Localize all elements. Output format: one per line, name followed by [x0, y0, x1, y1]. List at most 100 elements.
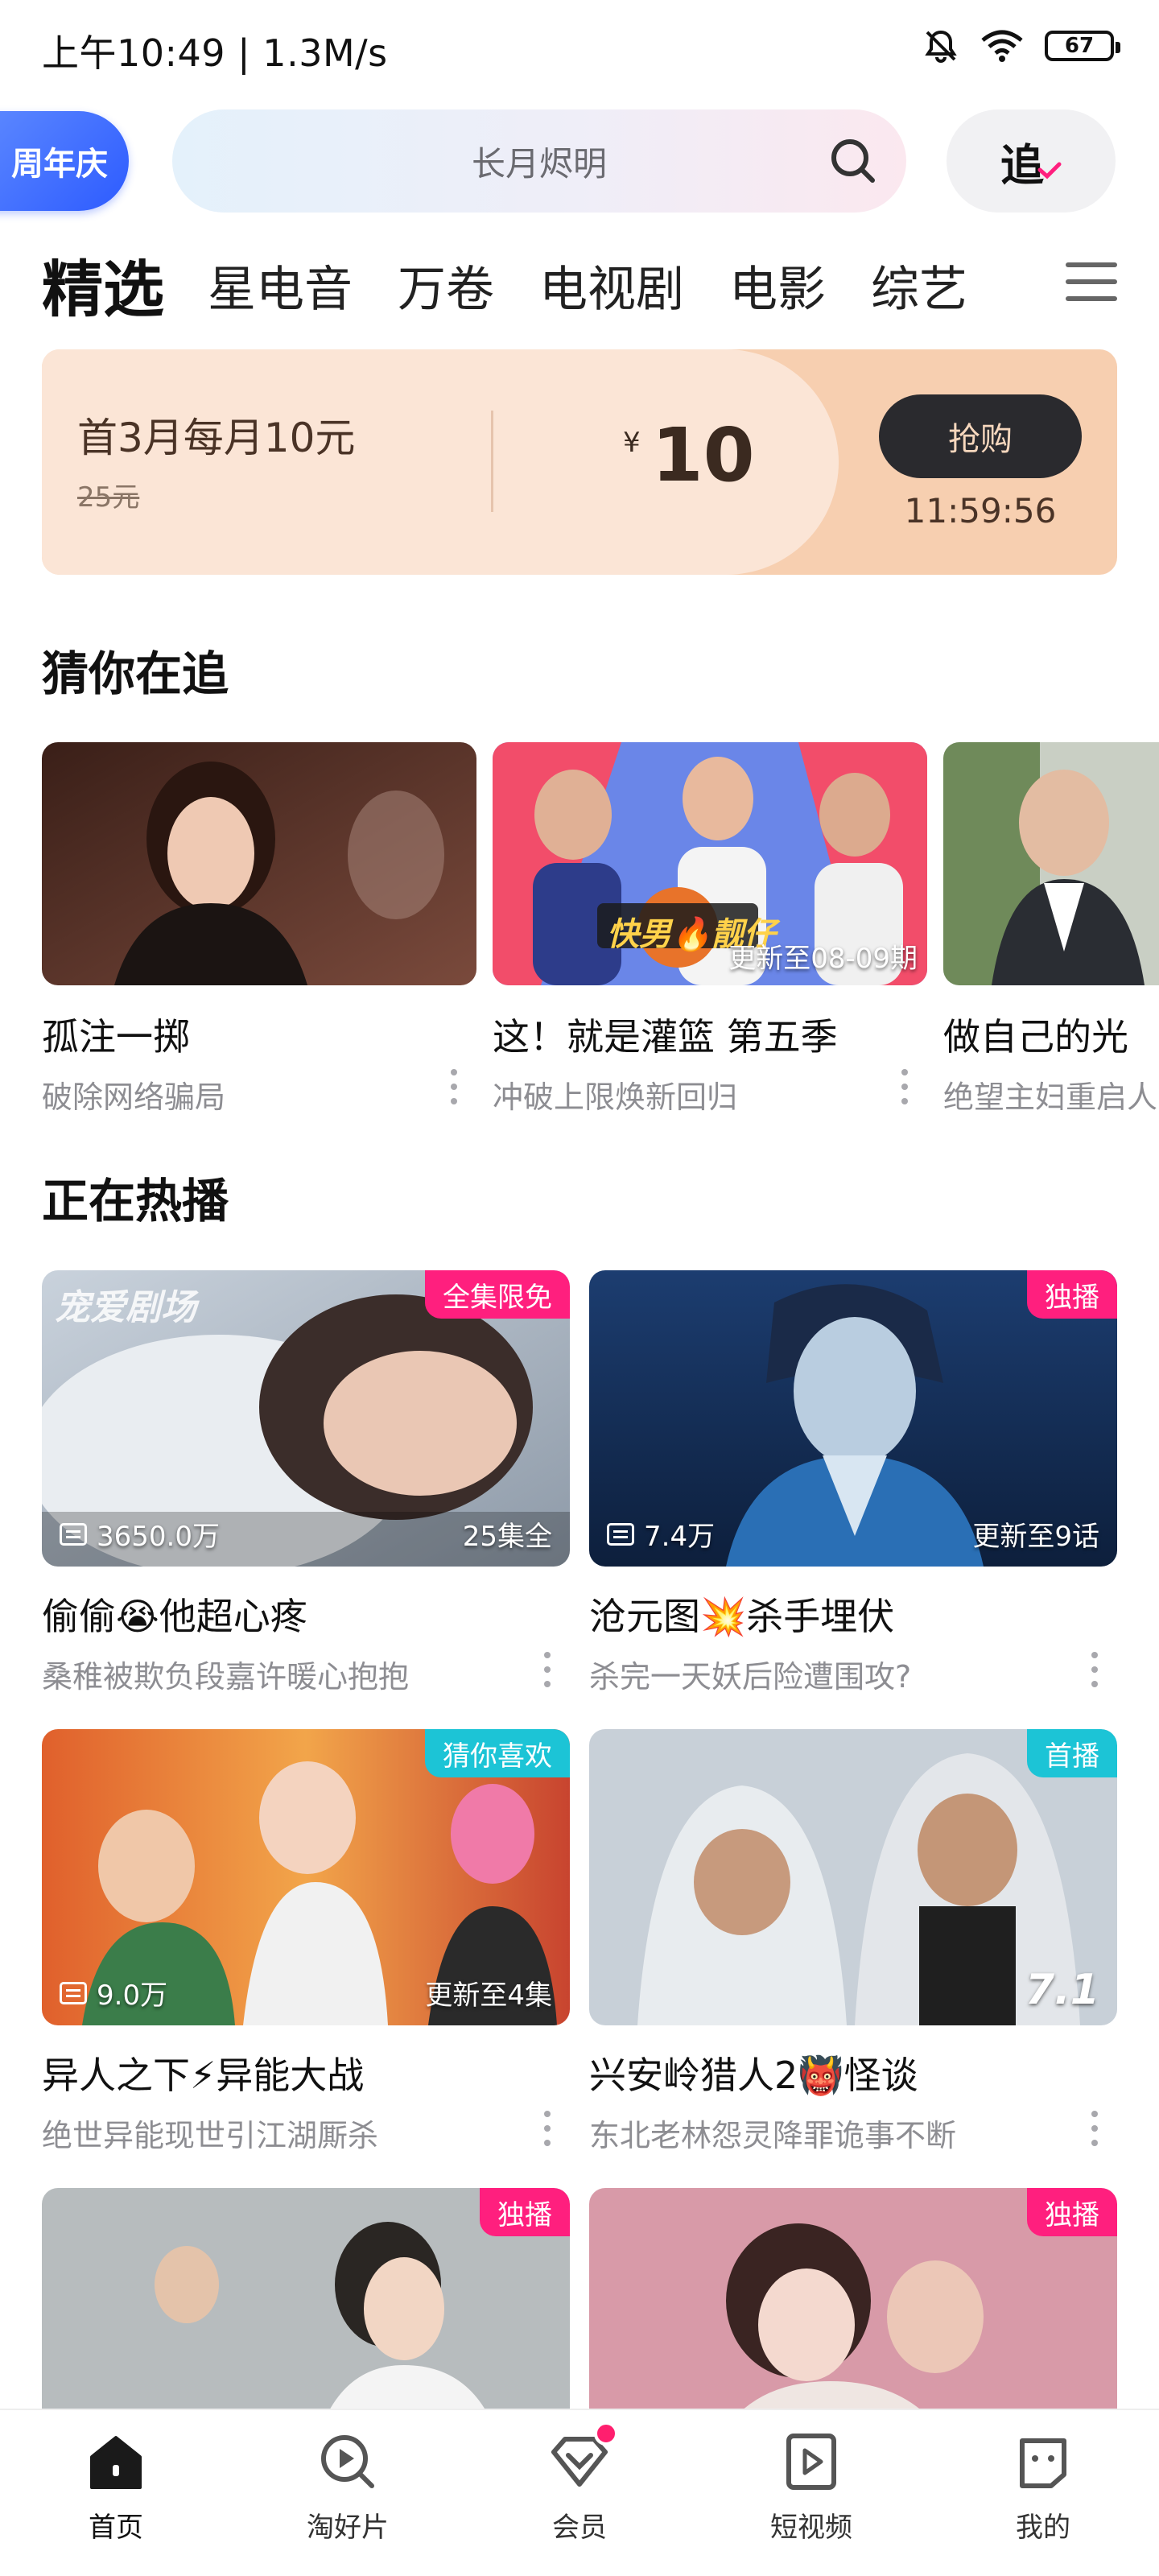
show-title: 异人之下⚡异能大战: [42, 2054, 365, 2097]
show-title: 偷偷😭他超心疼: [42, 1595, 307, 1638]
vip-promo-banner[interactable]: 首3月每月10元 25元 ¥ 10 抢购 11:59:56: [42, 349, 1117, 575]
tab-tv-series[interactable]: 电视剧: [539, 253, 684, 327]
episode-info: 更新至4集: [425, 1979, 552, 2012]
play-count: 7.4万: [607, 1514, 715, 1554]
discover-icon: [321, 2435, 374, 2488]
play-count: 3650.0万: [60, 1514, 220, 1554]
nav-short-video[interactable]: 短视频: [731, 2410, 892, 2576]
show-thumbnail[interactable]: 首播 7.1: [589, 1729, 1117, 2025]
status-badge: 猜你喜欢: [425, 1729, 570, 1777]
more-icon[interactable]: [451, 1069, 459, 1104]
follow-label: 追: [1000, 139, 1044, 191]
battery-icon: 67: [1045, 31, 1120, 61]
menu-icon[interactable]: [1066, 262, 1117, 308]
guess-card[interactable]: 做自己的光 绝望主妇重启人生: [943, 742, 1159, 1113]
search-bar[interactable]: 长月烬明: [172, 109, 906, 213]
status-icons: 67: [922, 27, 1120, 64]
episode-info: 更新至9话: [972, 1521, 1099, 1553]
category-tabs: 精选 星电音 万卷 电视剧 电影 综艺: [42, 238, 1117, 327]
episode-info: 更新至08-09期: [728, 943, 918, 975]
bottom-navigation: 首页 淘好片 会员 短视频 我的: [0, 2409, 1159, 2576]
status-badge: 独播: [480, 2188, 570, 2236]
status-badge: 独播: [1027, 2188, 1117, 2236]
buy-button[interactable]: 抢购: [879, 394, 1082, 478]
anniversary-label: 周年庆: [11, 146, 108, 183]
more-icon[interactable]: [1091, 1652, 1099, 1687]
guess-subtitle: 破除网络骗局: [42, 1080, 226, 1113]
promo-original-price: 25元: [77, 481, 140, 514]
show-thumbnail[interactable]: 猜你喜欢 9.0万 更新至4集: [42, 1729, 570, 2025]
guess-card[interactable]: 快男🔥靓仔 更新至08-09期 这！就是灌篮 第五季 冲破上限焕新回归: [493, 742, 927, 1113]
show-thumbnail[interactable]: 宠爱剧场 全集限免 3650.0万 25集全: [42, 1270, 570, 1567]
more-icon[interactable]: [544, 1652, 552, 1687]
notification-dot: [594, 2421, 618, 2446]
check-icon: [1037, 162, 1062, 180]
tab-music[interactable]: 星电音: [208, 253, 353, 327]
show-card[interactable]: 猜你喜欢 9.0万 更新至4集 异人之下⚡异能大战 绝世异能现世引江湖厮杀: [42, 1729, 570, 2155]
more-icon[interactable]: [544, 2111, 552, 2146]
search-placeholder: 长月烬明: [471, 143, 607, 184]
guess-subtitle: 绝望主妇重启人生: [943, 1080, 1159, 1113]
thumbnail-image: [42, 742, 476, 985]
show-subtitle: 东北老林怨灵降罪诡事不断: [589, 2118, 957, 2153]
profile-icon: [1020, 2438, 1066, 2488]
views-icon: [60, 1522, 87, 1546]
status-bar: 上午10:49 | 1.3M/s 67: [0, 0, 1159, 97]
views-icon: [60, 1981, 87, 2004]
tab-variety[interactable]: 综艺: [871, 253, 967, 327]
promo-title: 首3月每月10元: [77, 415, 356, 461]
status-badge: 独播: [1027, 1270, 1117, 1319]
guess-title: 这！就是灌篮 第五季: [493, 1015, 838, 1059]
episode-info: 25集全: [462, 1521, 552, 1553]
home-icon: [90, 2436, 142, 2489]
wifi-icon: [981, 30, 1023, 62]
promo-price: ¥ 10: [623, 417, 755, 494]
guess-subtitle: 冲破上限焕新回归: [493, 1080, 738, 1113]
more-icon[interactable]: [901, 1069, 909, 1104]
show-card[interactable]: 独播 7.4万 更新至9话 沧元图💥杀手埋伏 杀完一天妖后险遭围攻?: [589, 1270, 1117, 1696]
status-time-speed: 上午10:49 | 1.3M/s: [42, 31, 388, 75]
nav-vip[interactable]: 会员: [499, 2410, 660, 2576]
status-badge: 全集限免: [425, 1270, 570, 1319]
play-count: 9.0万: [60, 1973, 167, 2013]
guess-thumbnail[interactable]: [943, 742, 1159, 985]
nav-label: 首页: [89, 2512, 143, 2544]
play-count-value: 3650.0万: [97, 1521, 220, 1553]
show-card[interactable]: 宠爱剧场 全集限免 3650.0万 25集全 偷偷😭他超心疼 桑稚被欺负段嘉许暖…: [42, 1270, 570, 1696]
guess-title: 做自己的光: [943, 1015, 1128, 1059]
nav-label: 短视频: [770, 2512, 852, 2544]
tab-books[interactable]: 万卷: [398, 253, 494, 327]
show-thumbnail[interactable]: 独播 7.4万 更新至9话: [589, 1270, 1117, 1567]
show-title: 沧元图💥杀手埋伏: [589, 1595, 895, 1638]
guess-thumbnail[interactable]: 快男🔥靓仔 更新至08-09期: [493, 742, 927, 985]
channel-watermark: 宠爱剧场: [55, 1287, 196, 1328]
nav-label: 淘好片: [307, 2512, 389, 2544]
play-count-value: 9.0万: [97, 1979, 168, 2012]
nav-label: 会员: [552, 2512, 607, 2544]
short-video-icon: [786, 2434, 836, 2490]
tab-featured[interactable]: 精选: [42, 253, 164, 327]
search-icon[interactable]: [827, 135, 879, 187]
show-title: 兴安岭猎人2👹怪谈: [589, 2054, 918, 2097]
show-subtitle: 杀完一天妖后险遭围攻?: [589, 1659, 912, 1695]
nav-profile[interactable]: 我的: [963, 2410, 1124, 2576]
section-title-guess: 猜你在追: [42, 646, 229, 701]
guess-title: 孤注一掷: [42, 1015, 190, 1059]
top-header: 周年庆 长月烬明 追: [0, 106, 1159, 214]
more-icon[interactable]: [1091, 2111, 1099, 2146]
promo-divider: [491, 411, 493, 512]
guess-thumbnail[interactable]: [42, 742, 476, 985]
thumbnail-image: [943, 742, 1159, 985]
battery-level: 67: [1064, 34, 1095, 58]
tab-movies[interactable]: 电影: [729, 253, 826, 327]
show-subtitle: 绝世异能现世引江湖厮杀: [42, 2118, 379, 2153]
anniversary-button[interactable]: 周年庆: [0, 111, 129, 211]
show-subtitle: 桑稚被欺负段嘉许暖心抱抱: [42, 1659, 410, 1695]
promo-currency: ¥: [623, 427, 641, 459]
follow-button[interactable]: 追: [947, 109, 1116, 213]
nav-home[interactable]: 首页: [35, 2410, 196, 2576]
views-icon: [607, 1522, 634, 1546]
guess-card[interactable]: 孤注一掷 破除网络骗局: [42, 742, 476, 1113]
show-card[interactable]: 首播 7.1 兴安岭猎人2👹怪谈 东北老林怨灵降罪诡事不断: [589, 1729, 1117, 2155]
nav-discover[interactable]: 淘好片: [267, 2410, 428, 2576]
